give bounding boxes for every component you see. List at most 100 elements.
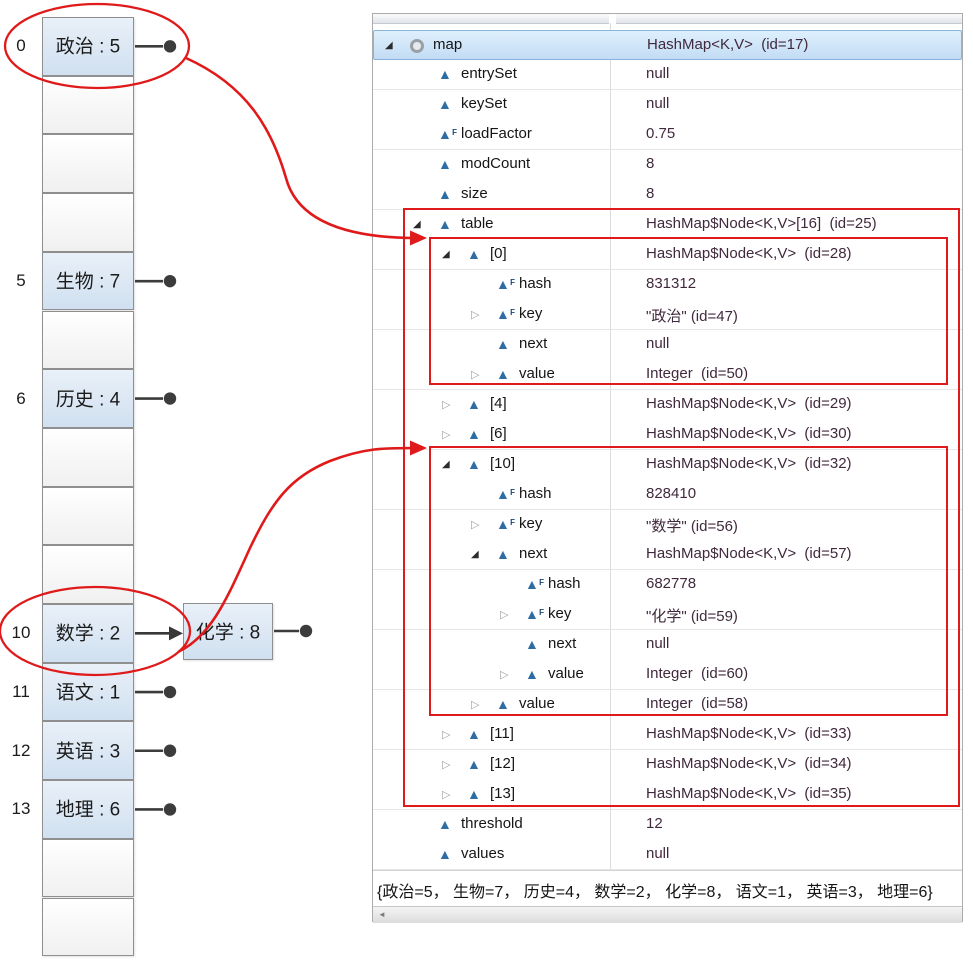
- name-column-header[interactable]: [373, 14, 609, 24]
- variable-row-size[interactable]: ▲size8: [373, 180, 962, 210]
- variable-value: 682778: [646, 575, 959, 592]
- variable-value: Integer (id=50): [646, 365, 959, 382]
- final-field-icon: ▲F: [438, 123, 454, 145]
- expand-toggle-icon[interactable]: ▷: [442, 788, 456, 802]
- variable-value: HashMap$Node<K,V> (id=32): [646, 455, 959, 472]
- array-index-label: 10: [6, 623, 36, 643]
- expand-toggle-icon[interactable]: ▷: [442, 428, 456, 442]
- array-index-label: 6: [6, 389, 36, 409]
- array-diagram: 政治 : 5生物 : 7历史 : 4数学 : 2语文 : 1英语 : 3地理 :…: [0, 0, 340, 960]
- array-index-label: 11: [6, 682, 36, 702]
- variable-row-threshold[interactable]: ▲threshold12: [373, 810, 962, 840]
- variable-row-hash[interactable]: ▲F hash 828410: [373, 480, 962, 510]
- final-field-icon: ▲F: [496, 483, 512, 505]
- variable-row-10[interactable]: ◢▲[10]HashMap$Node<K,V> (id=32): [373, 450, 962, 480]
- expand-toggle-icon[interactable]: ▷: [442, 398, 456, 412]
- field-icon: ▲: [438, 843, 454, 865]
- variable-name: table: [461, 215, 602, 232]
- final-marker: F: [539, 572, 544, 594]
- field-icon: ▲: [525, 633, 541, 655]
- variable-value: HashMap$Node<K,V> (id=30): [646, 425, 959, 442]
- variable-name: value: [519, 695, 602, 712]
- variable-row-next[interactable]: ▲nextnull: [373, 630, 962, 660]
- expand-toggle-icon[interactable]: ▷: [471, 518, 485, 532]
- variable-value: HashMap<K,V> (id=17): [647, 36, 958, 53]
- expand-toggle-icon[interactable]: ▷: [471, 368, 485, 382]
- expand-toggle-icon[interactable]: ▷: [442, 758, 456, 772]
- variable-name: value: [519, 365, 602, 382]
- variable-row-next[interactable]: ▲nextnull: [373, 330, 962, 360]
- variable-value: 831312: [646, 275, 959, 292]
- variable-row-keySet[interactable]: ▲keySetnull: [373, 90, 962, 120]
- collapse-toggle-icon[interactable]: ◢: [471, 548, 485, 562]
- variable-value: 828410: [646, 485, 959, 502]
- variable-value: null: [646, 845, 959, 862]
- variable-row-loadFactor[interactable]: ▲FloadFactor0.75: [373, 120, 962, 150]
- variable-value: HashMap$Node<K,V> (id=29): [646, 395, 959, 412]
- collapse-toggle-icon[interactable]: ◢: [385, 39, 399, 53]
- variable-name: key: [548, 605, 602, 622]
- array-cell-text: 政治 : 5: [43, 32, 133, 59]
- variable-row-table[interactable]: ◢▲tableHashMap$Node<K,V>[16] (id=25): [373, 210, 962, 240]
- field-icon: ▲: [467, 453, 483, 475]
- array-index-label: 5: [6, 271, 36, 291]
- variable-name: hash: [548, 575, 602, 592]
- expand-toggle-icon[interactable]: ▷: [442, 728, 456, 742]
- array-cell-10: 数学 : 2: [42, 604, 134, 663]
- variable-row-modCount[interactable]: ▲ modCount 8: [373, 150, 962, 180]
- field-icon: ▲: [467, 393, 483, 415]
- array-index-label: 12: [6, 741, 36, 761]
- variables-panel: ◢mapHashMap<K,V> (id=17)▲entrySetnull▲ke…: [372, 13, 963, 922]
- variable-row-12[interactable]: ▷▲[12]HashMap$Node<K,V> (id=34): [373, 750, 962, 780]
- variable-row-map[interactable]: ◢ map HashMap<K,V> (id=17): [373, 30, 962, 60]
- expand-toggle-icon[interactable]: ▷: [500, 668, 514, 682]
- field-icon: ▲: [496, 543, 512, 565]
- variable-row-value[interactable]: ▷▲valueInteger (id=50): [373, 360, 962, 390]
- array-cell-text: 数学 : 2: [43, 619, 133, 646]
- expand-toggle-icon[interactable]: ▷: [471, 698, 485, 712]
- array-cell-6: 历史 : 4: [42, 369, 134, 428]
- variable-value: 8: [646, 155, 959, 172]
- variable-row-13[interactable]: ▷▲[13]HashMap$Node<K,V> (id=35): [373, 780, 962, 810]
- variable-row-hash[interactable]: ▲Fhash831312: [373, 270, 962, 300]
- variable-name: loadFactor: [461, 125, 602, 142]
- variable-value: HashMap$Node<K,V> (id=28): [646, 245, 959, 262]
- array-cell-empty: [42, 545, 134, 604]
- detail-pane: {政治=5， 生物=7， 历史=4， 数学=2， 化学=8， 语文=1， 英语=…: [373, 870, 962, 907]
- variable-row-next[interactable]: ◢▲nextHashMap$Node<K,V> (id=57): [373, 540, 962, 570]
- field-icon: ▲: [467, 783, 483, 805]
- variable-row-values[interactable]: ▲valuesnull: [373, 840, 962, 870]
- variable-name: modCount: [461, 155, 602, 172]
- variable-row-4[interactable]: ▷▲[4]HashMap$Node<K,V> (id=29): [373, 390, 962, 420]
- variable-name: [11]: [490, 725, 602, 742]
- variable-row-value[interactable]: ▷▲valueInteger (id=58): [373, 690, 962, 720]
- variable-name: [6]: [490, 425, 602, 442]
- value-column-header[interactable]: [616, 14, 962, 24]
- collapse-toggle-icon[interactable]: ◢: [442, 248, 456, 262]
- variable-value: HashMap$Node<K,V> (id=34): [646, 755, 959, 772]
- variable-row-6[interactable]: ▷▲[6]HashMap$Node<K,V> (id=30): [373, 420, 962, 450]
- variable-row-11[interactable]: ▷▲[11]HashMap$Node<K,V> (id=33): [373, 720, 962, 750]
- expand-toggle-icon[interactable]: ▷: [500, 608, 514, 622]
- variable-name: hash: [519, 485, 602, 502]
- array-cell-text: 英语 : 3: [43, 736, 133, 763]
- horizontal-scrollbar[interactable]: ◄: [373, 906, 962, 923]
- variable-row-0[interactable]: ◢▲[0]HashMap$Node<K,V> (id=28): [373, 240, 962, 270]
- variable-row-value[interactable]: ▷▲valueInteger (id=60): [373, 660, 962, 690]
- scroll-left-arrow-icon[interactable]: ◄: [378, 910, 386, 919]
- expand-toggle-icon[interactable]: ▷: [471, 308, 485, 322]
- variable-row-hash[interactable]: ▲F hash 682778: [373, 570, 962, 600]
- final-field-icon: ▲F: [525, 573, 541, 595]
- variable-row-entrySet[interactable]: ▲entrySetnull: [373, 60, 962, 90]
- variable-row-key[interactable]: ▷▲Fkey"化学" (id=59): [373, 600, 962, 630]
- collapse-toggle-icon[interactable]: ◢: [413, 218, 427, 232]
- variable-row-key[interactable]: ▷▲Fkey"数学" (id=56): [373, 510, 962, 540]
- hashmap-debug-diagram: 政治 : 5生物 : 7历史 : 4数学 : 2语文 : 1英语 : 3地理 :…: [0, 0, 973, 960]
- variable-row-key[interactable]: ▷▲Fkey"政治" (id=47): [373, 300, 962, 330]
- variable-value: 8: [646, 185, 959, 202]
- object-icon: [410, 39, 424, 53]
- field-icon: ▲: [496, 693, 512, 715]
- field-icon: ▲: [438, 153, 454, 175]
- variable-name: map: [433, 36, 601, 53]
- collapse-toggle-icon[interactable]: ◢: [442, 458, 456, 472]
